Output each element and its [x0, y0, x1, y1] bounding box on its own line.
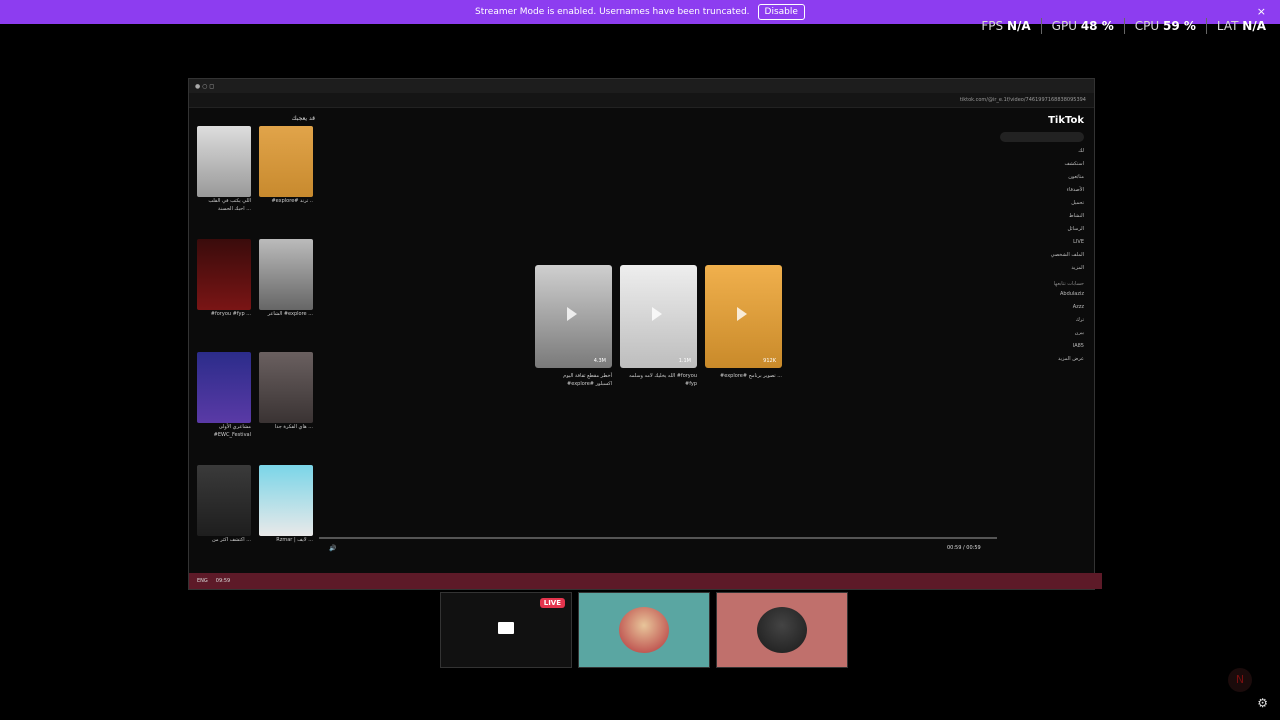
video-thumbnail[interactable]: 4.3M — [535, 265, 612, 368]
video-thumbnail[interactable] — [259, 352, 313, 423]
video-thumbnail[interactable]: 1.1M — [620, 265, 697, 368]
gpu-value: 48 % — [1080, 19, 1114, 33]
video-card[interactable]: 4.3M أخطر مقطع ثقافة اليوم #explore# اكس… — [535, 265, 612, 388]
nav-item-messages[interactable]: الرسائل — [1000, 226, 1084, 232]
video-card[interactable]: 1.1M الله يخليك لامه وسلمه #foryou #fyp — [620, 265, 697, 388]
nav-item-activity[interactable]: النشاط — [1000, 213, 1084, 219]
fps-label: FPS — [981, 19, 1004, 33]
following-item[interactable]: Azzz — [1000, 304, 1084, 310]
view-count: 4.3M — [593, 358, 606, 364]
following-item[interactable]: ترك — [1000, 317, 1084, 323]
monitor-icon — [498, 622, 514, 634]
video-row: 4.3M أخطر مقطع ثقافة اليوم #explore# اكس… — [535, 265, 782, 388]
video-thumbnail[interactable] — [259, 126, 313, 197]
lat-value: N/A — [1242, 19, 1266, 33]
following-item[interactable]: بيرن — [1000, 330, 1084, 336]
following-item[interactable]: IA85 — [1000, 343, 1084, 349]
nav-item-upload[interactable]: تحميل — [1000, 200, 1084, 206]
time-display: 00:59 / 00:59 — [947, 545, 981, 551]
view-count: 1.1M — [678, 358, 691, 364]
video-thumbnail[interactable] — [197, 465, 251, 536]
video-caption: اللي يكتب في القلب احبك الحسنة ... — [208, 198, 251, 212]
suggested-item[interactable]: Rzmar | لايف ... — [259, 465, 313, 572]
video-caption: #foryou #fyp ... — [210, 311, 251, 317]
banner-message: Streamer Mode is enabled. Usernames have… — [475, 7, 750, 17]
video-card[interactable]: 912K #explore# تصوير برنامج ... — [705, 265, 782, 388]
nav-item-live[interactable]: LIVE — [1000, 239, 1084, 245]
suggested-item[interactable]: اللي يكتب في القلب احبك الحسنة ... — [197, 126, 251, 233]
suggested-item[interactable]: #explore# ترند .. — [259, 126, 313, 233]
avatar — [757, 607, 807, 653]
suggested-item[interactable]: هاي الفكرة جدا ... — [259, 352, 313, 459]
video-progress-bar[interactable] — [319, 537, 997, 539]
avatar — [619, 607, 669, 653]
suggested-item[interactable]: #foryou #fyp ... — [197, 239, 251, 346]
following-title: حسابات تتابعها — [1053, 281, 1084, 287]
see-more-link[interactable]: عرض المزيد — [1000, 356, 1084, 362]
play-icon[interactable] — [652, 307, 662, 321]
nav-item-explore[interactable]: استكشف — [1000, 161, 1085, 167]
screen-share-tile[interactable]: LIVE — [440, 592, 572, 668]
cpu-value: 59 % — [1162, 19, 1196, 33]
suggested-panel: قد يعجبك اللي يكتب في القلب احبك الحسنة … — [197, 115, 315, 572]
search-input[interactable] — [1000, 132, 1084, 142]
volume-icon[interactable]: 🔊 — [329, 545, 336, 552]
suggested-item[interactable]: اكتشف اكثر من ... — [197, 465, 251, 572]
live-badge: LIVE — [539, 598, 565, 608]
view-count: 912K — [763, 358, 776, 364]
settings-icon[interactable]: ⚙ — [1257, 696, 1268, 710]
shared-screen-window: ● ○ ◻ tiktok.com/@ir_e.1f/video/74619971… — [188, 78, 1102, 590]
language-indicator[interactable]: ENG — [197, 578, 208, 584]
cpu-label: CPU — [1134, 19, 1160, 33]
tiktok-page: TikTok لك استكشف متابَعون الأصدقاء تحميل… — [189, 107, 1094, 573]
address-bar[interactable]: tiktok.com/@ir_e.1f/video/74619971688380… — [960, 97, 1086, 103]
browser-tabbar[interactable]: ● ○ ◻ — [189, 79, 1094, 93]
watermark-logo: N — [1228, 668, 1252, 692]
video-caption: مشاعري الأولى #EWC_Festival — [213, 424, 251, 438]
video-caption: #explore# ترند .. — [271, 198, 313, 204]
disable-button[interactable]: Disable — [757, 4, 805, 20]
video-thumbnail[interactable] — [259, 465, 313, 536]
video-caption: هاي الفكرة جدا ... — [274, 424, 313, 430]
suggested-title: قد يعجبك — [291, 115, 315, 122]
lat-label: LAT — [1216, 19, 1239, 33]
video-caption: Rzmar | لايف ... — [276, 537, 313, 543]
nav-item-more[interactable]: المزيد — [1000, 265, 1084, 271]
nav-item-foryou[interactable]: لك — [1000, 148, 1084, 154]
taskbar-clock: 09:59 — [215, 578, 231, 584]
video-caption: الله يخليك لامه وسلمه #foryou #fyp — [629, 373, 697, 387]
tiktok-logo[interactable]: TikTok — [1000, 115, 1084, 126]
video-caption: #explore# تصوير برنامج ... — [720, 373, 782, 379]
video-thumbnail[interactable] — [259, 239, 313, 310]
video-thumbnail[interactable] — [197, 126, 251, 197]
suggested-item[interactable]: مشاعري الأولى #EWC_Festival — [197, 352, 251, 459]
nav-item-friends[interactable]: الأصدقاء — [1000, 187, 1084, 193]
video-caption: الشاعر #explore ... — [267, 311, 313, 317]
play-icon[interactable] — [737, 307, 747, 321]
video-caption: اكتشف اكثر من ... — [212, 537, 251, 543]
suggested-item[interactable]: الشاعر #explore ... — [259, 239, 313, 346]
tiktok-sidebar: TikTok لك استكشف متابَعون الأصدقاء تحميل… — [1000, 115, 1084, 369]
browser-toolbar: tiktok.com/@ir_e.1f/video/74619971688380… — [189, 93, 1094, 108]
windows-taskbar: ENG 09:59 — [189, 573, 1102, 589]
play-icon[interactable] — [567, 307, 577, 321]
call-participants: LIVE — [440, 592, 848, 668]
nav-item-following[interactable]: متابَعون — [1000, 174, 1084, 180]
video-thumbnail[interactable] — [197, 352, 251, 423]
video-thumbnail[interactable]: 912K — [705, 265, 782, 368]
video-caption: أخطر مقطع ثقافة اليوم #explore# اكسبلور — [563, 373, 612, 387]
close-icon[interactable]: × — [1257, 5, 1266, 18]
fps-value: N/A — [1006, 19, 1031, 33]
performance-stats: FPS N/A GPU 48 % CPU 59 % LAT N/A — [981, 18, 1266, 34]
nav-item-profile[interactable]: الملف الشخصي — [1000, 252, 1084, 258]
participant-tile[interactable] — [716, 592, 848, 668]
gpu-label: GPU — [1051, 19, 1077, 33]
following-item[interactable]: Abdulaziz — [1000, 291, 1084, 297]
video-thumbnail[interactable] — [197, 239, 251, 310]
participant-tile[interactable] — [578, 592, 710, 668]
